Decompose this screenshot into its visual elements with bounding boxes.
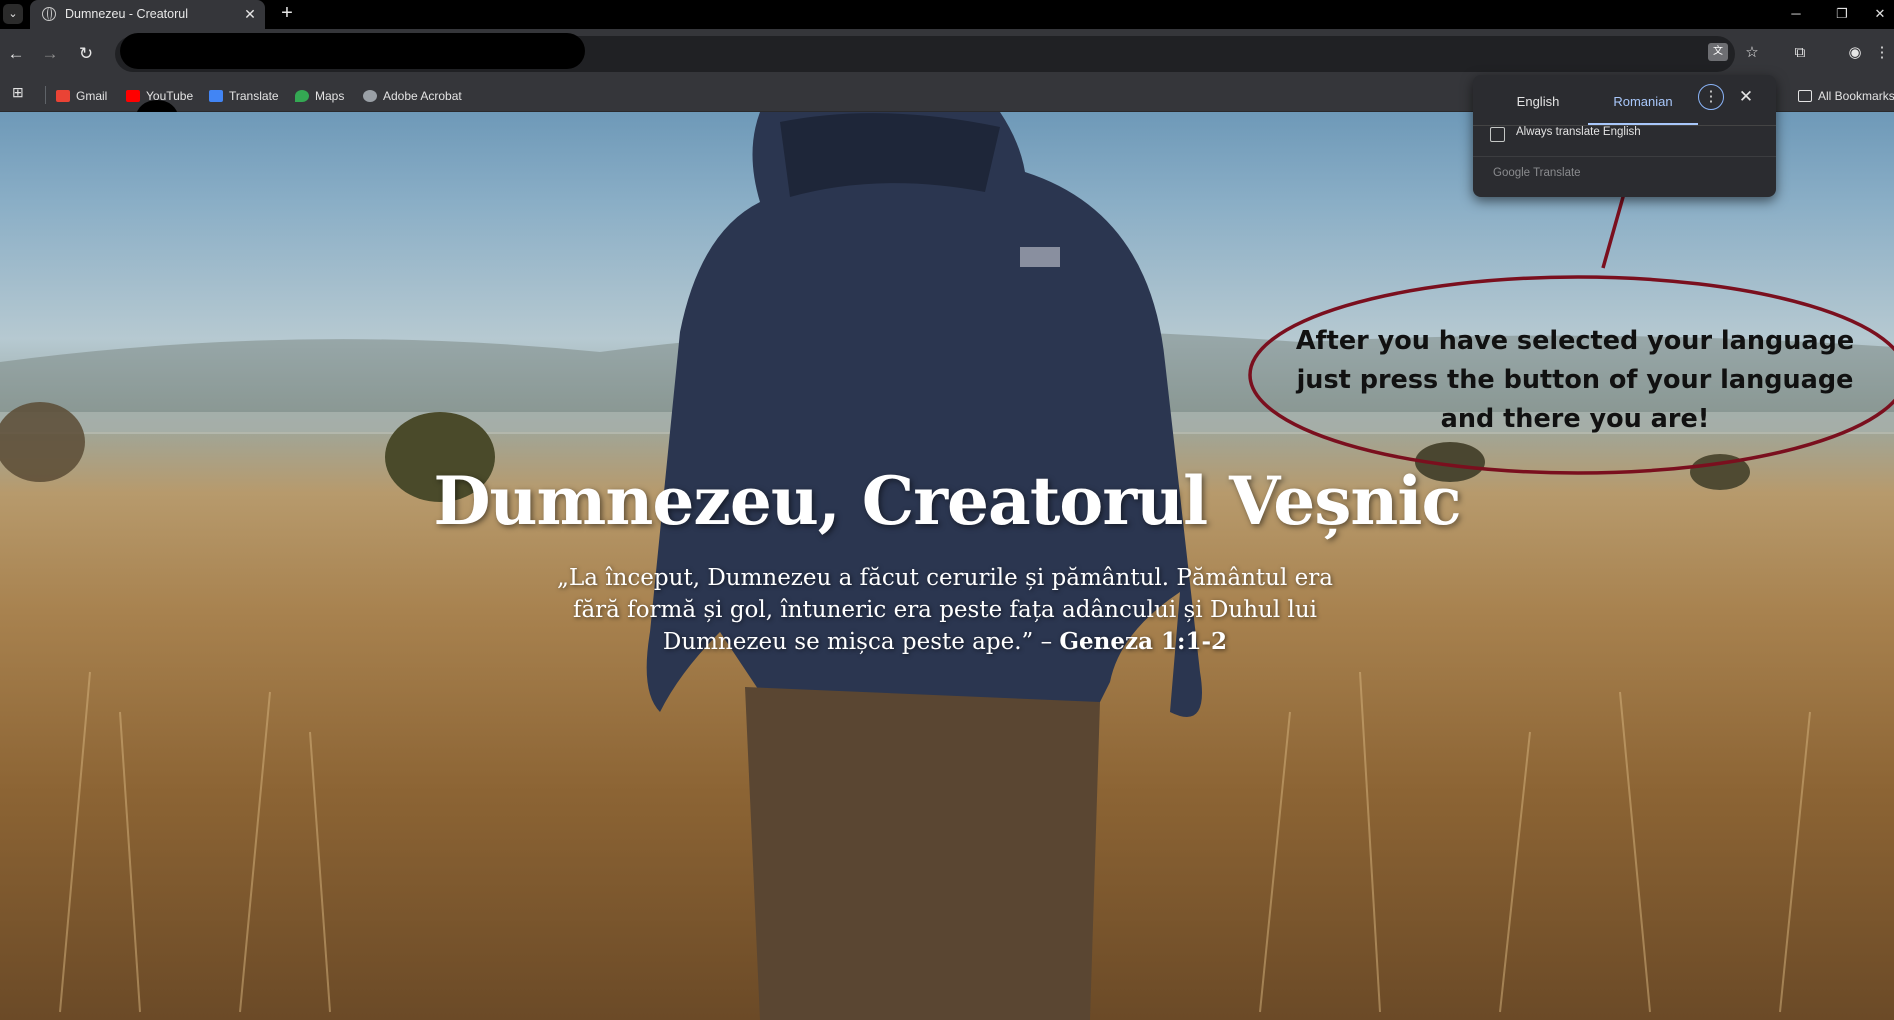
active-tab[interactable]: Dumnezeu - Creatorul ✕ (30, 0, 265, 29)
google-translate-footer: Google Translate (1493, 167, 1581, 179)
always-translate-label: Always translate English (1516, 126, 1641, 138)
translate-page-icon[interactable]: 文 (1708, 43, 1728, 61)
tab-close-icon[interactable]: ✕ (240, 4, 260, 24)
minimize-button[interactable]: ─ (1782, 2, 1810, 26)
annotation-line: and there you are! (1440, 404, 1710, 434)
window-close-button[interactable]: ✕ (1866, 2, 1894, 26)
browser-menu-icon[interactable]: ⋮ (1870, 41, 1894, 65)
bookmark-translate[interactable]: Translate (209, 88, 279, 104)
translate-popup: English Romanian ⋮ ✕ Always translate En… (1473, 75, 1776, 197)
more-options-icon[interactable]: ⋮ (1698, 84, 1724, 110)
extensions-icon[interactable]: ⧉ (1788, 41, 1812, 65)
bookmark-label: Adobe Acrobat (383, 89, 462, 103)
tab-search-button[interactable]: ⌄ (3, 4, 23, 24)
all-bookmarks[interactable]: All Bookmarks (1798, 88, 1894, 104)
bible-quote: „La început, Dumnezeu a făcut cerurile ș… (545, 562, 1345, 658)
youtube-icon (126, 90, 140, 102)
all-bookmarks-label: All Bookmarks (1818, 89, 1894, 103)
gmail-icon (56, 90, 70, 102)
new-tab-button[interactable]: + (275, 2, 299, 26)
redacted-url (120, 33, 585, 69)
bookmark-gmail[interactable]: Gmail (56, 88, 107, 104)
bookmark-label: Gmail (76, 89, 108, 103)
always-translate-checkbox[interactable] (1490, 127, 1505, 142)
page-title: Dumnezeu, Creatorul Veșnic (433, 462, 1461, 540)
bookmark-label: Translate (229, 89, 279, 103)
maps-icon (295, 90, 309, 102)
reload-button[interactable]: ↻ (74, 42, 98, 66)
annotation-line: After you have selected your language (1295, 326, 1855, 356)
bookmarks-divider (45, 86, 46, 104)
bookmark-maps[interactable]: Maps (295, 88, 344, 104)
globe-icon (363, 90, 377, 102)
annotation-line: just press the button of your language (1296, 365, 1854, 395)
bookmark-star-icon[interactable]: ☆ (1740, 41, 1764, 65)
globe-icon (42, 7, 56, 21)
source-language-tab[interactable]: English (1483, 87, 1593, 117)
restore-button[interactable]: ❐ (1828, 2, 1856, 26)
translate-icon (209, 90, 223, 102)
popup-footer-divider (1473, 156, 1776, 157)
forward-button[interactable]: → (38, 42, 62, 66)
apps-grid-icon[interactable]: ⊞ (12, 84, 28, 100)
profile-icon[interactable]: ◉ (1843, 41, 1867, 65)
quote-reference: Geneza 1:1-2 (1059, 628, 1228, 655)
tab-strip: ⌄ Dumnezeu - Creatorul ✕ + ─ ❐ ✕ (0, 0, 1894, 29)
popup-close-icon[interactable]: ✕ (1733, 84, 1759, 110)
folder-icon (1798, 90, 1812, 102)
annotation-text: After you have selected your language ju… (1255, 322, 1894, 439)
tab-title: Dumnezeu - Creatorul (65, 7, 188, 21)
bookmark-adobe-acrobat[interactable]: Adobe Acrobat (363, 88, 462, 104)
bookmark-label: Maps (315, 89, 345, 103)
hero-section: Dumnezeu, Creatorul Veșnic „La început, … (0, 112, 1894, 1020)
target-language-tab[interactable]: Romanian (1588, 87, 1698, 117)
back-button[interactable]: ← (4, 42, 28, 66)
